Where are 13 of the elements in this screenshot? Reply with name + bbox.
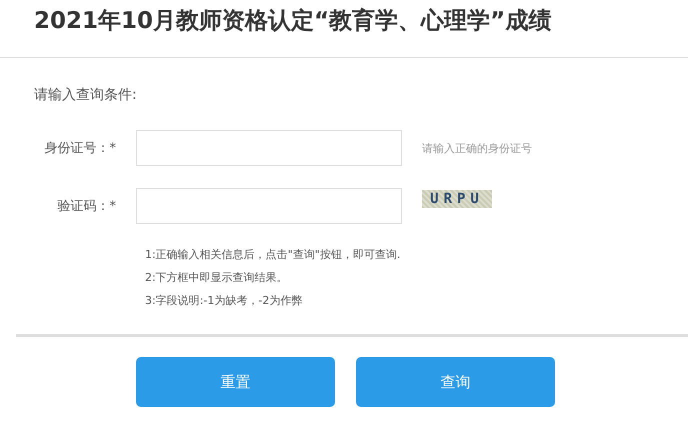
field-hint: 请输入正确的身份证号: [422, 140, 532, 156]
instruction-note: 3:字段说明:-1为缺考，-2为作弊: [145, 294, 304, 308]
input-field[interactable]: [136, 188, 402, 224]
action-button[interactable]: 重置: [136, 357, 335, 407]
action-button[interactable]: 查询: [356, 357, 555, 407]
query-prompt: 请输入查询条件:: [34, 86, 137, 104]
page-title: 2021年10月教师资格认定“教育学、心理学”成绩: [33, 6, 552, 36]
instruction-note: 2:下方框中即显示查询结果。: [145, 271, 289, 285]
input-field[interactable]: [136, 130, 402, 166]
field-label: 身份证号：*: [44, 140, 116, 157]
captcha-image[interactable]: URPU: [422, 190, 492, 208]
field-label: 验证码：*: [56, 198, 116, 215]
instruction-note: 1:正确输入相关信息后，点击"查询"按钮，即可查询.: [145, 248, 402, 262]
